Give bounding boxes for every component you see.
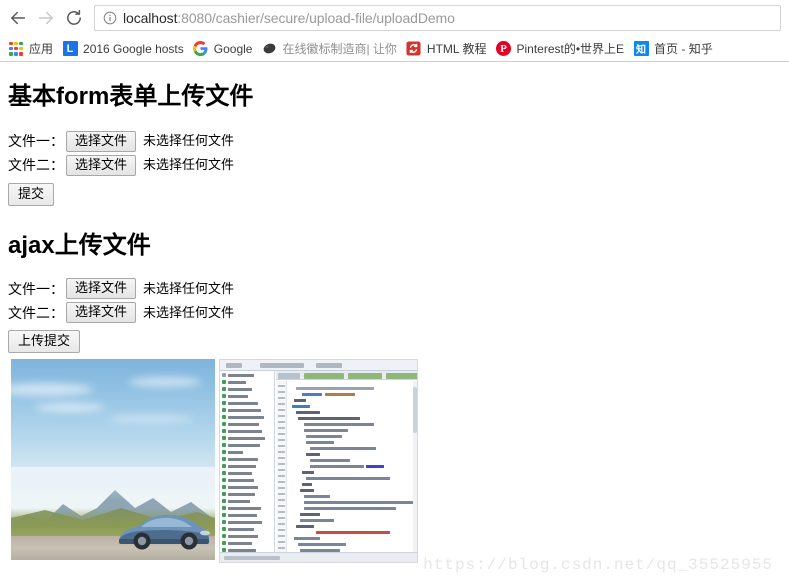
- file-row-2: 文件二： 选择文件 未选择任何文件: [8, 154, 781, 177]
- pinterest-icon: P: [495, 41, 511, 57]
- ajax-choose-file-button-2[interactable]: 选择文件: [66, 302, 137, 324]
- bookmark-apps[interactable]: 应用: [6, 38, 58, 59]
- ajax-file-status-2: 未选择任何文件: [143, 304, 235, 320]
- arrow-left-icon: [8, 8, 28, 28]
- ajax-upload-submit-button[interactable]: 上传提交: [8, 330, 81, 354]
- bookmark-item-google[interactable]: Google: [191, 38, 258, 59]
- info-circle-icon[interactable]: [103, 11, 117, 25]
- choose-file-button-1[interactable]: 选择文件: [66, 130, 137, 152]
- blue-l-icon: L: [62, 41, 78, 57]
- file-status-1: 未选择任何文件: [143, 133, 235, 149]
- browser-chrome: localhost:8080/cashier/secure/upload-fil…: [0, 0, 789, 62]
- google-g-icon: [193, 41, 209, 57]
- page-content: 基本form表单上传文件 文件一： 选择文件 未选择任何文件 文件二： 选择文件…: [0, 62, 789, 588]
- url-path: :8080/cashier/secure/upload-file/uploadD…: [177, 10, 455, 26]
- reload-button[interactable]: [60, 4, 88, 32]
- ide-scrollbar[interactable]: [413, 381, 417, 553]
- apps-grid-icon: [8, 41, 24, 57]
- code-editor-screenshot: [219, 359, 418, 564]
- file-row-1: 文件一： 选择文件 未选择任何文件: [8, 130, 781, 153]
- ide-menubar: [220, 360, 417, 372]
- bookmark-item-zhihu[interactable]: 知 首页 - 知乎: [631, 38, 718, 59]
- file-label: 文件二：: [8, 157, 64, 174]
- uploaded-previews: [8, 359, 781, 569]
- ajax-form: 文件一： 选择文件 未选择任何文件 文件二： 选择文件 未选择任何文件 上传提交: [8, 277, 781, 354]
- runoob-icon: [406, 41, 422, 57]
- browser-toolbar: localhost:8080/cashier/secure/upload-fil…: [0, 0, 789, 36]
- bookmark-label: 2016 Google hosts: [83, 41, 184, 56]
- file-label: 文件二：: [8, 304, 64, 321]
- bookmark-label: 在线徽标制造商| 让你: [282, 42, 397, 56]
- bookmark-apps-label: 应用: [29, 42, 54, 56]
- bookmark-item-pinterest[interactable]: P Pinterest的•世界上E: [493, 38, 629, 59]
- watermark-url: https://blog.csdn.net/qq_35525955: [423, 556, 773, 574]
- ajax-file-row-2: 文件二： 选择文件 未选择任何文件: [8, 301, 781, 324]
- bookmarks-bar: 应用 L 2016 Google hosts Google 在线徽标制造商| 让…: [0, 36, 789, 61]
- ajax-file-status-1: 未选择任何文件: [143, 280, 235, 296]
- landscape-car-photo: [11, 359, 215, 561]
- page-title-ajax-upload: ajax上传文件: [8, 231, 151, 259]
- bookmark-label: HTML 教程: [426, 42, 487, 56]
- arrow-right-icon: [36, 8, 56, 28]
- forward-button[interactable]: [32, 4, 60, 32]
- file-label: 文件一：: [8, 133, 64, 150]
- choose-file-button-2[interactable]: 选择文件: [66, 154, 137, 176]
- file-status-2: 未选择任何文件: [143, 157, 235, 173]
- back-button[interactable]: [4, 4, 32, 32]
- ide-code-editor: [276, 371, 417, 553]
- ide-line-numbers: [276, 381, 287, 553]
- ajax-choose-file-button-1[interactable]: 选择文件: [66, 278, 137, 300]
- sports-car: [119, 515, 210, 550]
- bookmark-label: 首页 - 知乎: [654, 42, 713, 56]
- bookmark-item-html-tutorial[interactable]: HTML 教程: [404, 38, 492, 59]
- basic-form: 文件一： 选择文件 未选择任何文件 文件二： 选择文件 未选择任何文件 提交: [8, 130, 781, 206]
- pinterest-icon-glyph: P: [495, 41, 511, 56]
- ide-file-tree: [220, 371, 275, 553]
- bookmark-item-logo-maker[interactable]: 在线徽标制造商| 让你: [259, 38, 401, 59]
- url-text: localhost:8080/cashier/secure/upload-fil…: [123, 10, 455, 26]
- blue-l-icon-glyph: L: [62, 41, 78, 56]
- address-bar[interactable]: localhost:8080/cashier/secure/upload-fil…: [94, 5, 781, 31]
- page-title-basic-form: 基本form表单上传文件: [8, 83, 254, 110]
- bookmark-label: Google: [213, 41, 253, 56]
- url-host: localhost: [123, 10, 178, 26]
- ide-status-bar: [220, 552, 417, 563]
- dark-oval-icon: [261, 41, 277, 57]
- ide-editor-tabs: [276, 371, 417, 381]
- zhihu-icon-glyph: 知: [633, 41, 649, 56]
- submit-button[interactable]: 提交: [8, 182, 55, 206]
- ajax-file-row-1: 文件一： 选择文件 未选择任何文件: [8, 277, 781, 300]
- reload-icon: [64, 8, 84, 28]
- zhihu-icon: 知: [633, 41, 649, 57]
- bookmark-label: Pinterest的•世界上E: [516, 42, 625, 56]
- file-label: 文件一：: [8, 280, 64, 297]
- bookmark-item-google-hosts[interactable]: L 2016 Google hosts: [60, 38, 189, 59]
